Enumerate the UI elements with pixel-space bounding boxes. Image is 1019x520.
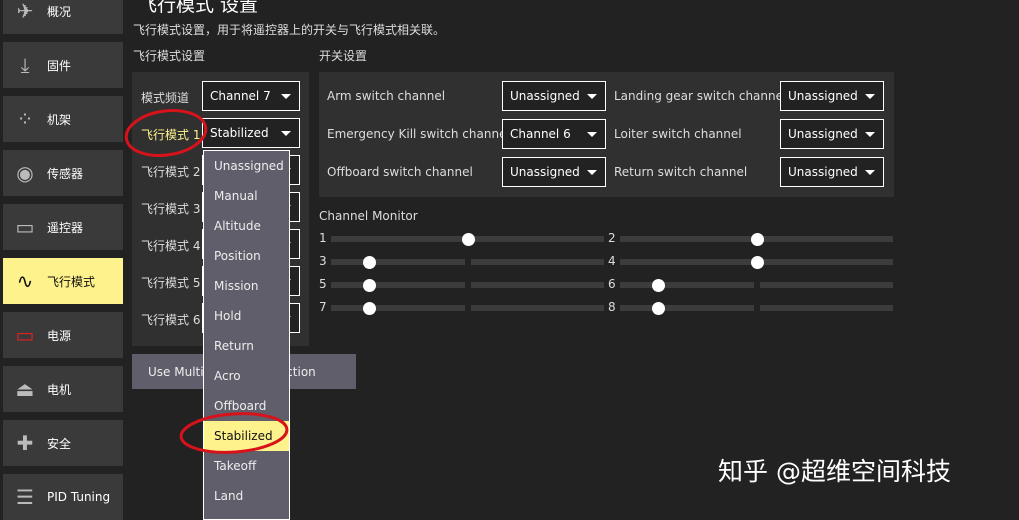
annotation-circle <box>124 109 208 157</box>
annotation-circle <box>179 412 289 454</box>
watermark: 知乎 @超维空间科技 <box>718 457 951 486</box>
annotation-layer <box>124 109 289 454</box>
